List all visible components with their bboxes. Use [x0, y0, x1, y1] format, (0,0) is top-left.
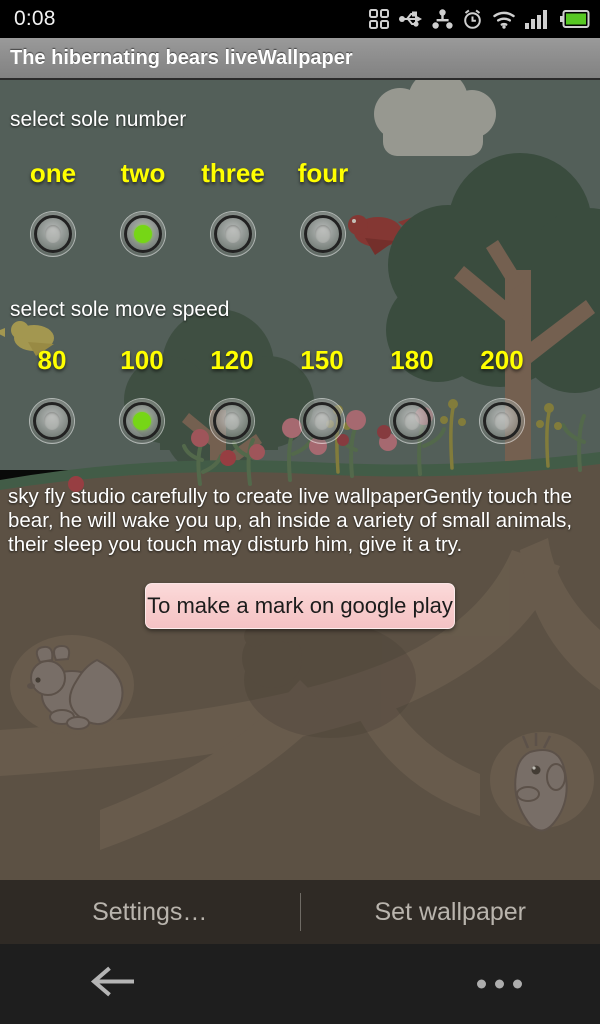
phone-screen: 0:08 The hibernating bears liveWallpaper… — [0, 0, 600, 1024]
rate-on-google-play-button[interactable]: To make a mark on google play — [145, 583, 455, 629]
option-label: four — [297, 158, 349, 188]
alarm-clock-icon — [464, 9, 481, 29]
option-sole-speed-100[interactable]: 100 — [97, 345, 187, 443]
radio-button-80[interactable] — [30, 399, 74, 443]
radio-indicator — [494, 412, 510, 430]
option-sole-number-one[interactable]: one — [8, 158, 98, 256]
option-label: three — [201, 158, 265, 188]
radio-indicator — [133, 412, 151, 430]
sole-number-options: one two three four — [0, 158, 600, 278]
radio-button-180[interactable] — [390, 399, 434, 443]
overflow-menu-icon[interactable] — [477, 979, 522, 989]
option-sole-number-two[interactable]: two — [98, 158, 188, 256]
status-clock: 0:08 — [14, 7, 56, 30]
option-sole-number-three[interactable]: three — [188, 158, 278, 256]
radio-indicator — [225, 225, 241, 243]
option-sole-speed-200[interactable]: 200 — [457, 345, 547, 443]
option-sole-number-four[interactable]: four — [278, 158, 368, 256]
wifi-icon — [493, 11, 515, 29]
radio-button-150[interactable] — [300, 399, 344, 443]
radio-button-120[interactable] — [210, 399, 254, 443]
app-title: The hibernating bears liveWallpaper — [10, 46, 353, 69]
option-label: 120 — [210, 345, 254, 375]
option-sole-speed-120[interactable]: 120 — [187, 345, 277, 443]
radio-button-three[interactable] — [211, 212, 255, 256]
sole-move-speed-options: 80 100 120 150 180 200 — [0, 345, 600, 465]
system-navigation-bar — [0, 944, 600, 1024]
radio-indicator — [134, 225, 152, 243]
option-label: 100 — [120, 345, 164, 375]
wallpaper-description: sky fly studio carefully to create live … — [8, 485, 573, 556]
radio-button-100[interactable] — [120, 399, 164, 443]
radio-indicator — [44, 412, 60, 430]
status-icon-tray — [368, 8, 590, 30]
radio-indicator — [315, 225, 331, 243]
option-label: 80 — [37, 345, 67, 375]
radio-button-two[interactable] — [121, 212, 165, 256]
radio-indicator — [224, 412, 240, 430]
share-icon — [432, 8, 453, 29]
sole-move-speed-section-label: select sole move speed — [10, 298, 230, 321]
option-label: 200 — [480, 345, 524, 375]
option-sole-speed-150[interactable]: 150 — [277, 345, 367, 443]
option-label: 180 — [390, 345, 434, 375]
usb-icon — [399, 11, 422, 27]
option-sole-speed-180[interactable]: 180 — [367, 345, 457, 443]
apps-grid-icon — [369, 9, 389, 29]
battery-icon — [560, 10, 590, 28]
set-wallpaper-button[interactable]: Set wallpaper — [301, 898, 600, 927]
signal-bars-icon — [525, 10, 547, 29]
radio-indicator — [45, 225, 61, 243]
wallpaper-settings-overlay: select sole number one two three four selec… — [0, 80, 600, 880]
app-title-bar: The hibernating bears liveWallpaper — [0, 38, 600, 80]
option-label: 150 — [300, 345, 344, 375]
wallpaper-action-bar: Settings… Set wallpaper — [0, 880, 600, 944]
radio-indicator — [314, 412, 330, 430]
option-sole-speed-80[interactable]: 80 — [7, 345, 97, 443]
radio-button-four[interactable] — [301, 212, 345, 256]
radio-indicator — [404, 412, 420, 430]
back-arrow-icon[interactable] — [88, 962, 136, 1007]
option-label: one — [29, 158, 77, 188]
status-bar: 0:08 — [0, 0, 600, 38]
option-label: two — [120, 158, 166, 188]
settings-button[interactable]: Settings… — [0, 898, 300, 927]
sole-number-section-label: select sole number — [10, 108, 187, 131]
radio-button-one[interactable] — [31, 212, 75, 256]
radio-button-200[interactable] — [480, 399, 524, 443]
